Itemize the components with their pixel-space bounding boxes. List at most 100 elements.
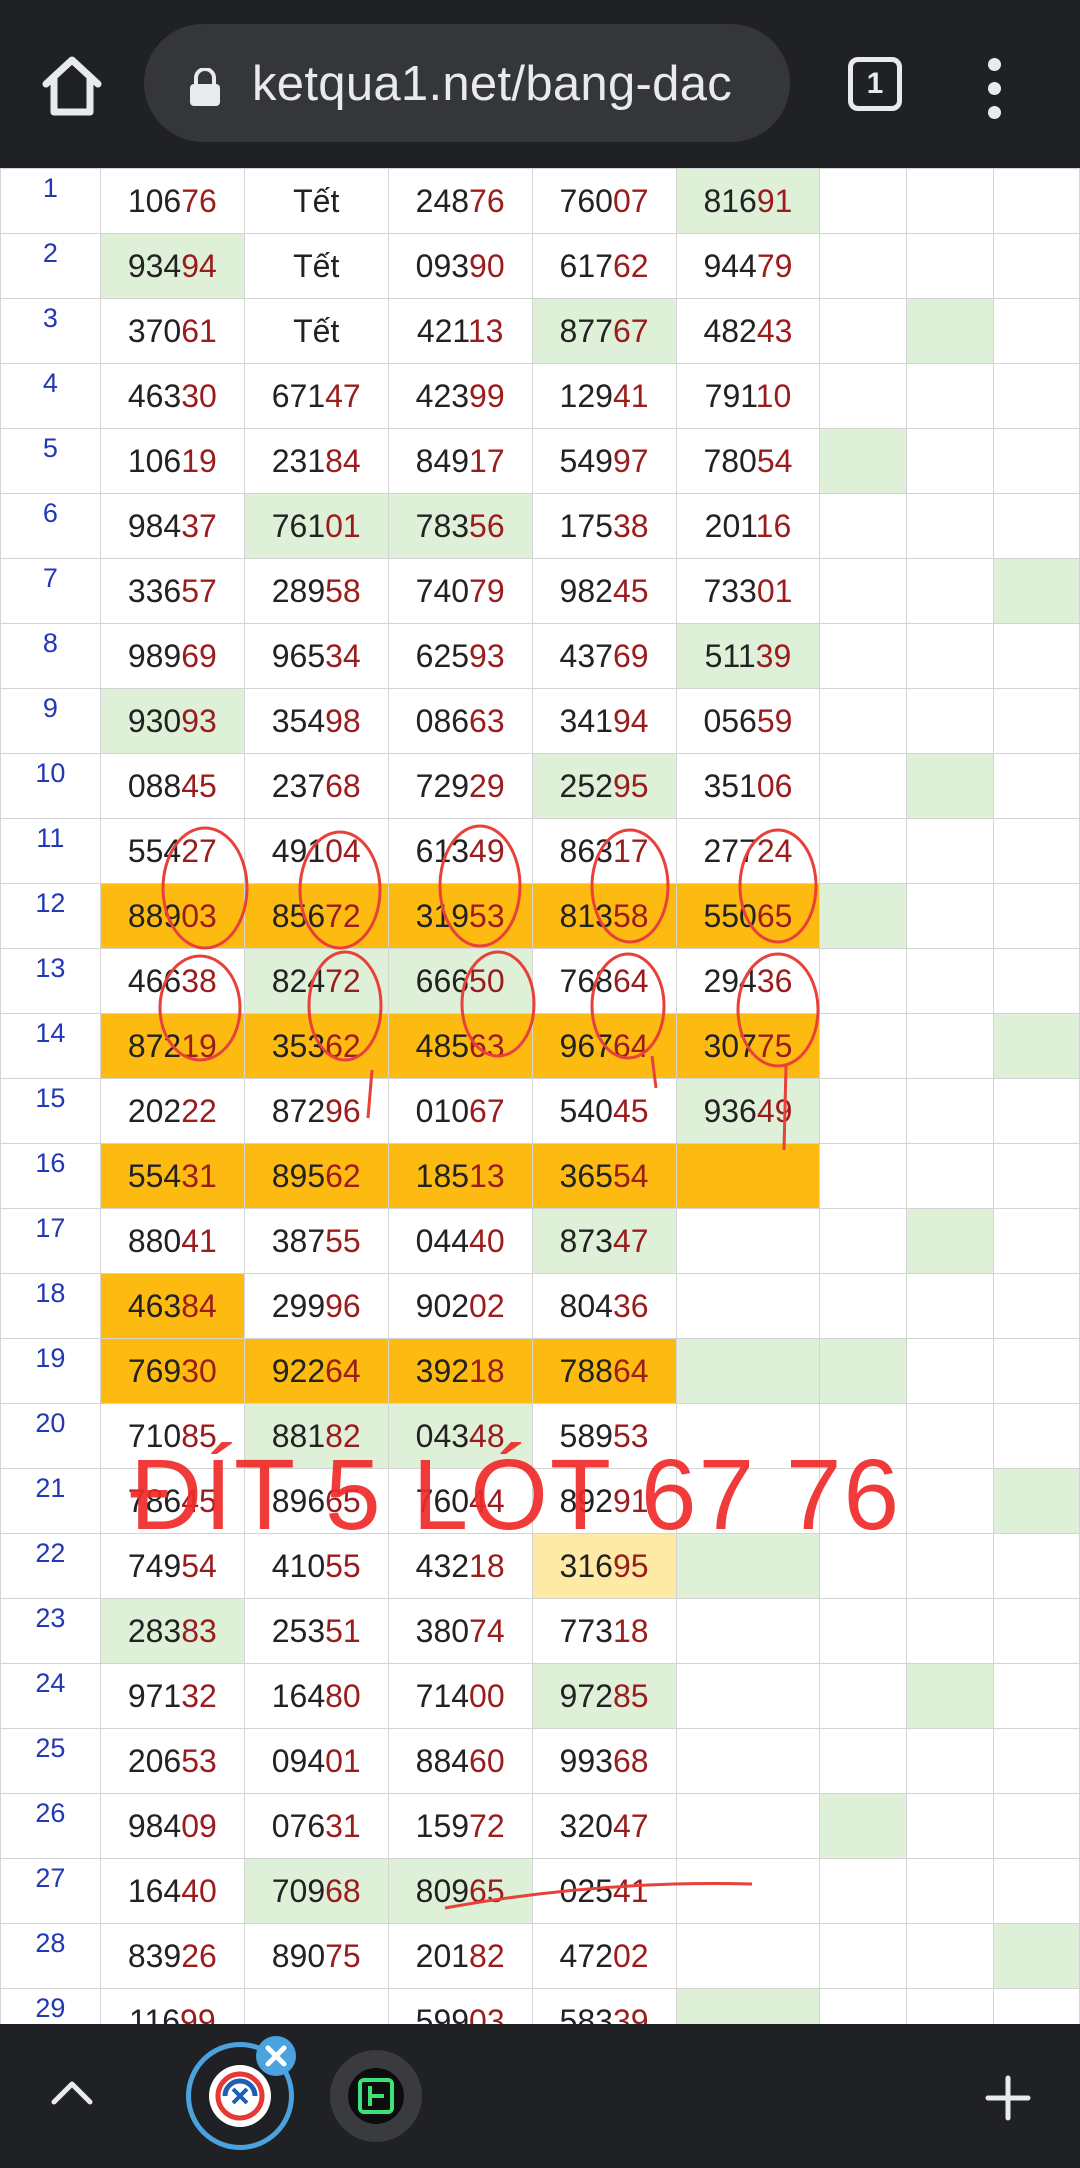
number-head: 884 xyxy=(415,1742,470,1779)
number-tail: 99 xyxy=(180,2002,216,2025)
result-cell: 08663 xyxy=(387,688,533,754)
number-head: 554 xyxy=(127,1157,182,1194)
row-index: 26 xyxy=(0,1793,101,1859)
number-head: 709 xyxy=(271,1872,326,1909)
number-tail: 84 xyxy=(181,1287,217,1324)
result-cell: 41055 xyxy=(243,1533,389,1599)
tab-switcher-icon[interactable]: 1 xyxy=(848,57,902,111)
number-head: 666 xyxy=(415,962,470,999)
result-cell xyxy=(993,1208,1080,1274)
result-cell: 33657 xyxy=(99,558,245,624)
result-cell: 72929 xyxy=(387,753,533,819)
number-tail: 19 xyxy=(181,1027,217,1064)
result-cell: 25351 xyxy=(243,1598,389,1664)
result-cell: 87219 xyxy=(99,1013,245,1079)
number-head: 749 xyxy=(127,1547,182,1584)
number-tail: 80 xyxy=(325,1677,361,1714)
result-cell xyxy=(993,948,1080,1014)
number-tail: 72 xyxy=(469,1807,505,1844)
result-cell xyxy=(819,1923,908,1989)
result-cell xyxy=(993,688,1080,754)
result-cell: 30775 xyxy=(675,1013,821,1079)
row-index: 25 xyxy=(0,1728,101,1794)
number-tail: 58 xyxy=(325,572,361,609)
number-tail: 83 xyxy=(181,1612,217,1649)
number-tail: 69 xyxy=(181,637,217,674)
number-tail: 62 xyxy=(325,1157,361,1194)
result-cell: 97132 xyxy=(99,1663,245,1729)
number-tail: 13 xyxy=(469,1157,505,1194)
result-cell xyxy=(819,493,908,559)
result-cell xyxy=(993,558,1080,624)
url-text[interactable]: ketqua1.net/bang-dac xyxy=(252,56,782,112)
number-tail: 65 xyxy=(325,1482,361,1519)
chevron-up-icon[interactable] xyxy=(50,2076,94,2106)
home-icon[interactable] xyxy=(36,50,108,122)
result-cell xyxy=(819,948,908,1014)
result-cell xyxy=(819,1663,908,1729)
number-head: 237 xyxy=(271,767,326,804)
page-content[interactable]: 1 10676 Tết 24876 76007 81691 2 93494 Tết 09390 61… xyxy=(0,168,1080,2024)
result-cell xyxy=(906,1533,995,1599)
number-tail: 45 xyxy=(612,572,649,609)
number-tail: 79 xyxy=(756,247,793,284)
table-row: 9 93093 35498 08663 34194 05659 xyxy=(0,688,1080,754)
number-head: 922 xyxy=(271,1352,326,1389)
row-index: 5 xyxy=(0,428,101,494)
result-cell xyxy=(993,1338,1080,1404)
number-tail: 95 xyxy=(612,1547,649,1584)
result-cell xyxy=(819,298,908,364)
row-index: 23 xyxy=(0,1598,101,1664)
number-tail: 94 xyxy=(612,702,649,739)
result-cell xyxy=(993,168,1080,234)
number-head: 316 xyxy=(559,1547,613,1584)
result-cell: 23184 xyxy=(243,428,389,494)
number-head: 872 xyxy=(271,1092,326,1129)
plus-icon[interactable] xyxy=(984,2074,1032,2122)
table-row: 6 98437 76101 78356 17538 20116 xyxy=(0,493,1080,559)
result-cell xyxy=(906,1728,995,1794)
result-cell: 54045 xyxy=(531,1078,677,1144)
number-tail: 72 xyxy=(325,962,361,999)
number-head: 231 xyxy=(271,442,326,479)
result-cell: 82472 xyxy=(243,948,389,1014)
result-cell xyxy=(993,1793,1080,1859)
number-head: 791 xyxy=(704,377,756,414)
number-head: 025 xyxy=(559,1872,613,1909)
row-index: 16 xyxy=(0,1143,101,1209)
number-head: 944 xyxy=(703,247,757,284)
row-index: 22 xyxy=(0,1533,101,1599)
result-cell: 78356 xyxy=(387,493,533,559)
result-cell xyxy=(906,623,995,689)
number-tail: 79 xyxy=(469,572,505,609)
number-tail: 53 xyxy=(469,897,505,934)
result-cell: 98437 xyxy=(99,493,245,559)
row-index: 21 xyxy=(0,1468,101,1534)
result-cell xyxy=(993,1533,1080,1599)
result-cell: 42113 xyxy=(387,298,533,364)
result-cell xyxy=(993,1663,1080,1729)
close-icon[interactable] xyxy=(254,2034,298,2078)
number-tail: 63 xyxy=(469,1027,505,1064)
number-tail: 58 xyxy=(612,897,649,934)
result-cell xyxy=(993,1923,1080,1989)
more-menu-icon[interactable] xyxy=(982,54,1008,124)
number-head: 106 xyxy=(127,182,182,219)
number-head: 289 xyxy=(271,572,326,609)
number-tail: 53 xyxy=(612,1417,649,1454)
result-cell: 55065 xyxy=(675,883,821,949)
number-tail: 74 xyxy=(469,1612,505,1649)
address-bar[interactable]: ketqua1.net/bang-dac xyxy=(144,24,790,142)
results-table: 1 10676 Tết 24876 76007 81691 2 93494 Tết 09390 61… xyxy=(0,168,1080,2024)
result-cell: Tết xyxy=(243,233,389,299)
result-cell: 92264 xyxy=(243,1338,389,1404)
result-cell: 20116 xyxy=(675,493,821,559)
number-head: 804 xyxy=(559,1287,613,1324)
number-head: 583 xyxy=(559,2002,613,2025)
result-cell xyxy=(675,1598,821,1664)
result-cell: 77318 xyxy=(531,1598,677,1664)
table-row: 12 88903 85672 31953 81358 55065 xyxy=(0,883,1080,949)
game-app-icon[interactable] xyxy=(330,2050,422,2142)
result-cell xyxy=(906,1468,995,1534)
number-tail: 68 xyxy=(325,1872,361,1909)
